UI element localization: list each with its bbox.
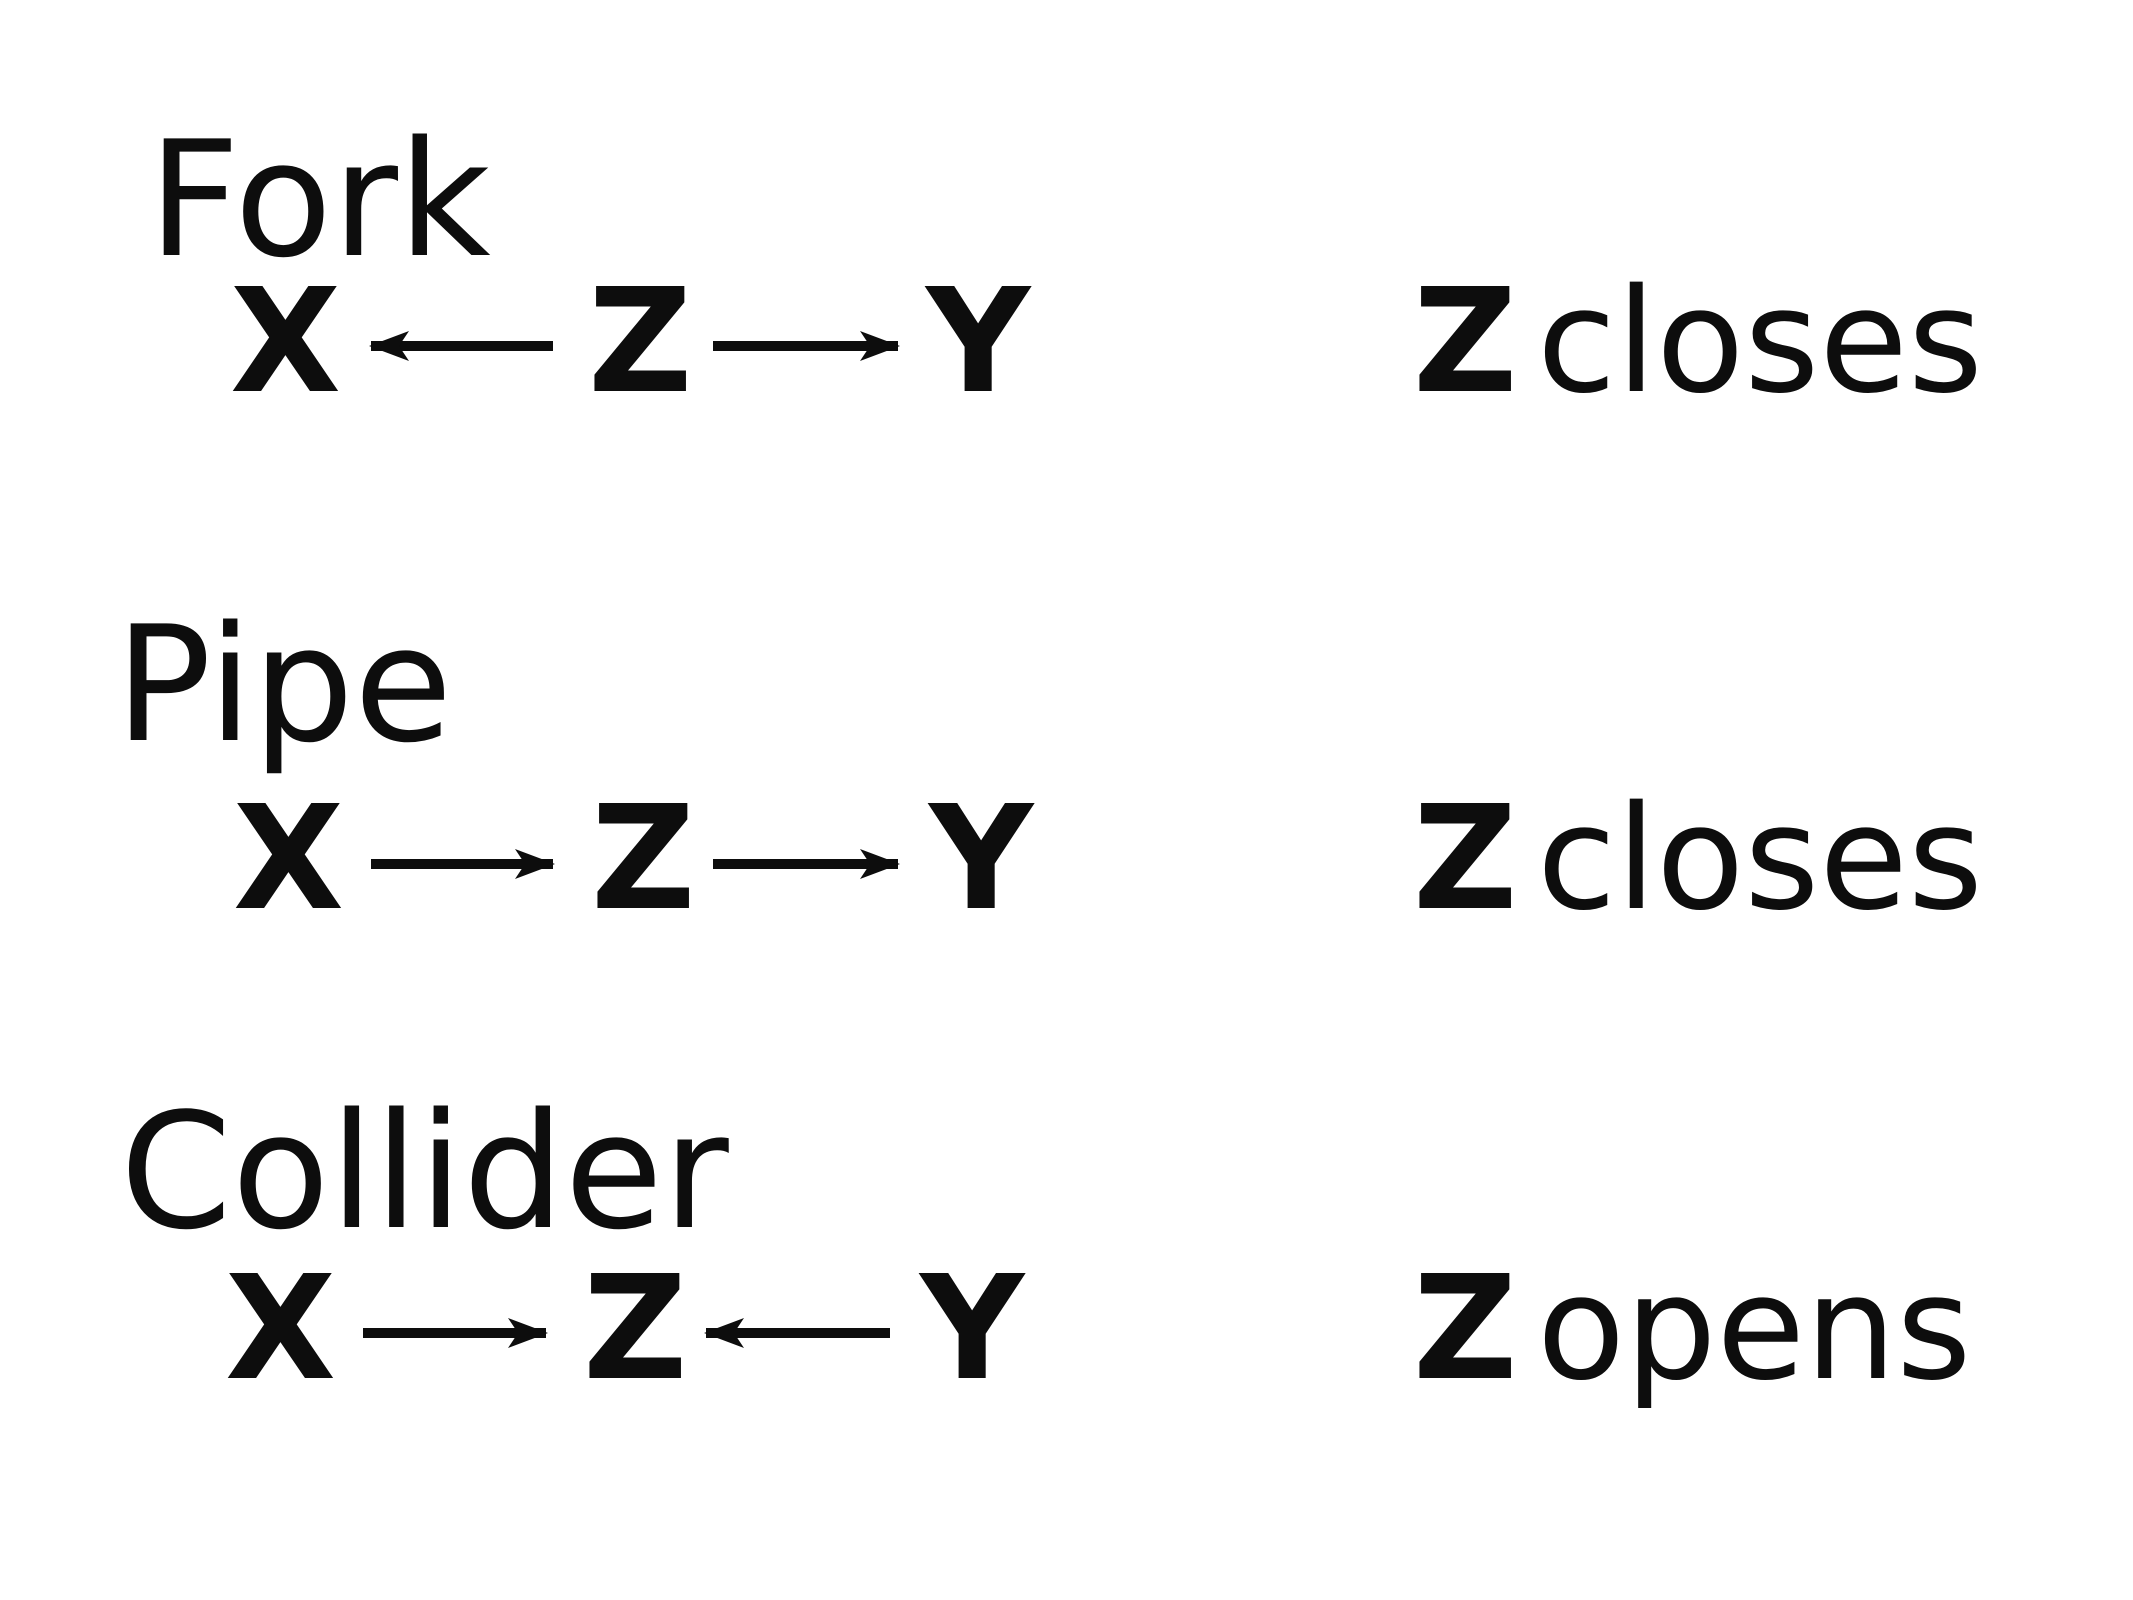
fork-result-word: closes [1537, 257, 1983, 425]
fork-result-variable: Z [1413, 257, 1517, 425]
pipe-node-z: Z [591, 774, 695, 942]
pipe-result-variable: Z [1413, 774, 1517, 942]
collider-title: Collider [120, 1078, 729, 1265]
pipe-result-word: closes [1537, 774, 1983, 942]
collider-node-y: Y [918, 1244, 1026, 1412]
pipe-block: Pipe X Z Y Z closes [115, 591, 1983, 942]
causal-structures-diagram: Fork X Z Y Z closes Pipe X Z Y Z closes … [115, 106, 1983, 1412]
fork-node-z: Z [588, 257, 692, 425]
collider-node-z: Z [583, 1244, 687, 1412]
fork-block: Fork X Z Y Z closes [148, 106, 1983, 425]
collider-result-word: opens [1537, 1244, 1971, 1412]
fork-node-y: Y [924, 257, 1032, 425]
collider-node-x: X [225, 1244, 336, 1412]
pipe-node-y: Y [927, 774, 1035, 942]
collider-result-variable: Z [1413, 1244, 1517, 1412]
pipe-title: Pipe [115, 591, 452, 778]
fork-node-x: X [230, 257, 341, 425]
pipe-node-x: X [233, 774, 344, 942]
collider-block: Collider X Z Y Z opens [120, 1078, 1971, 1412]
